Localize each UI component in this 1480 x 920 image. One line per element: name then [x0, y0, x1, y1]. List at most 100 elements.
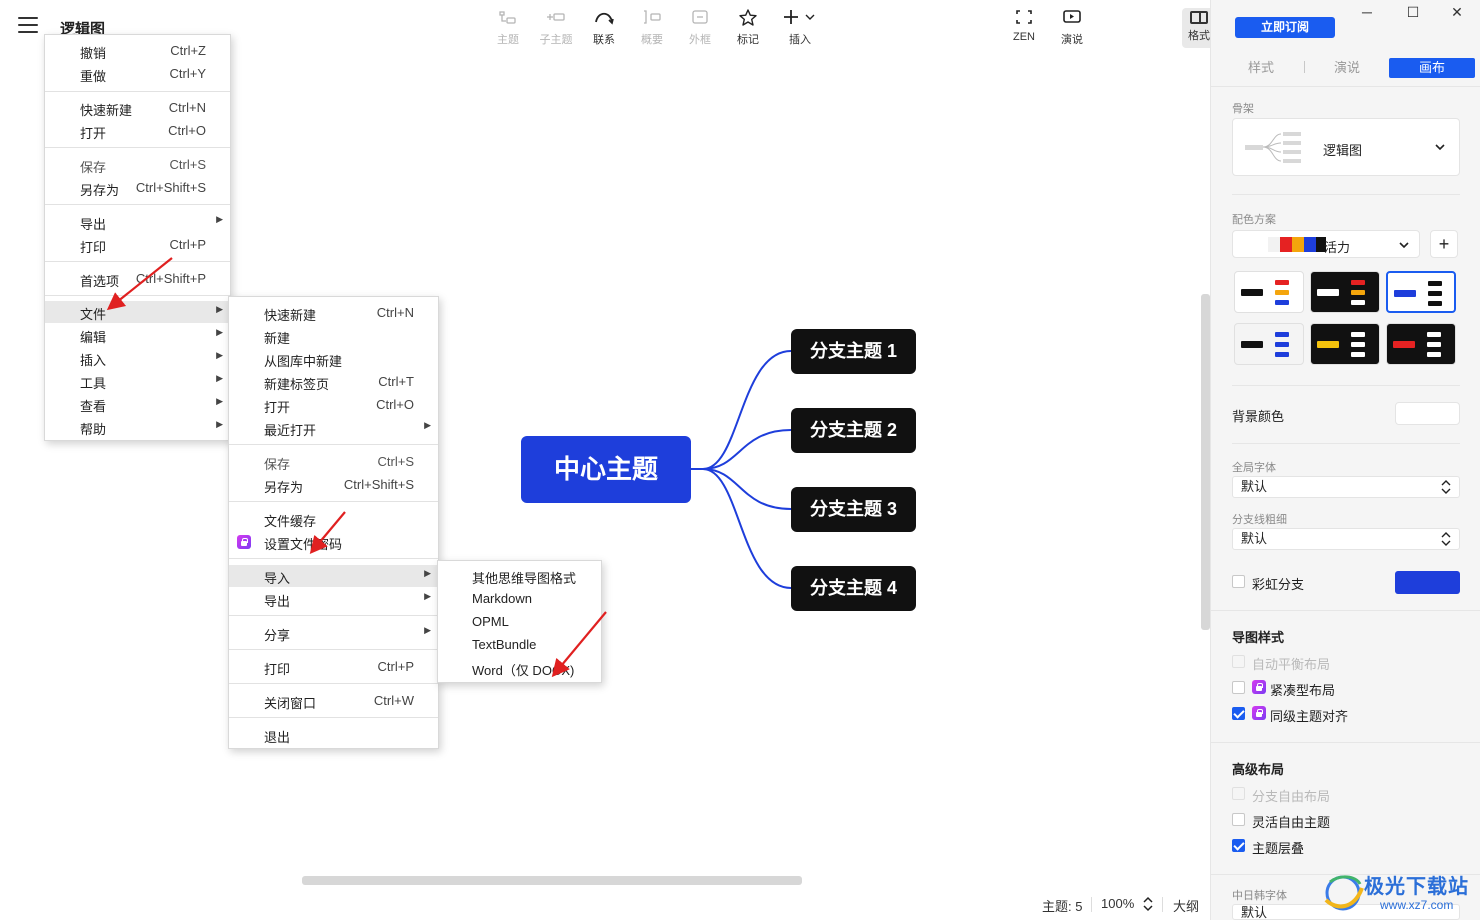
menu-item-quick-new[interactable]: 快速新建 Ctrl+N: [45, 97, 230, 119]
menu-item-open[interactable]: 打开 Ctrl+O: [45, 120, 230, 142]
file-menu-close-window[interactable]: 关闭窗口 Ctrl+W: [229, 690, 438, 712]
outline-button[interactable]: 大纲: [1173, 896, 1199, 915]
menu-item-label: 导出: [264, 594, 291, 609]
zoom-stepper-icon[interactable]: [1143, 896, 1153, 912]
menu-item-tools[interactable]: 工具 ▶: [45, 370, 230, 392]
menu-item-label: 导出: [80, 217, 107, 232]
zoom-level[interactable]: 100%: [1101, 896, 1134, 911]
menu-item-save[interactable]: 保存 Ctrl+S: [45, 154, 230, 176]
menu-item-save-as[interactable]: 另存为 Ctrl+Shift+S: [45, 177, 230, 199]
panel-divider: [1232, 385, 1460, 386]
menu-item-view[interactable]: 查看 ▶: [45, 393, 230, 415]
topic-overlap-checkbox[interactable]: [1232, 839, 1245, 852]
menu-item-label: 打开: [264, 400, 291, 415]
menu-item-shortcut: Ctrl+O: [376, 397, 414, 412]
menu-item-preferences[interactable]: 首选项 Ctrl+Shift+P: [45, 268, 230, 290]
file-menu-set-password[interactable]: 设置文件密码: [229, 531, 438, 553]
branch-topic-4[interactable]: 分支主题 4: [791, 566, 916, 611]
theme-thumbnail-1[interactable]: [1234, 271, 1304, 313]
file-menu-file-cache[interactable]: 文件缓存: [229, 508, 438, 530]
file-menu-new[interactable]: 新建: [229, 325, 438, 347]
menu-item-print[interactable]: 打印 Ctrl+P: [45, 234, 230, 256]
horizontal-scrollbar[interactable]: [4, 876, 1202, 885]
compact-layout-checkbox[interactable]: [1232, 681, 1245, 694]
import-other-mindmap-formats[interactable]: 其他思维导图格式: [438, 565, 601, 587]
theme-thumbnail-5[interactable]: [1310, 323, 1380, 365]
file-menu-export[interactable]: 导出 ▶: [229, 588, 438, 610]
swatch-blue: [1304, 237, 1316, 252]
main-menu: 撤销 Ctrl+Z 重做 Ctrl+Y 快速新建 Ctrl+N 打开 Ctrl+O 保存…: [44, 34, 231, 441]
menu-item-label: 其他思维导图格式: [472, 571, 577, 586]
menu-item-help[interactable]: 帮助 ▶: [45, 416, 230, 438]
import-opml[interactable]: OPML: [438, 611, 601, 633]
file-menu-open[interactable]: 打开 Ctrl+O: [229, 394, 438, 416]
branch-topic-1[interactable]: 分支主题 1: [791, 329, 916, 374]
menu-item-label: 另存为: [264, 480, 304, 495]
import-markdown[interactable]: Markdown: [438, 588, 601, 610]
rainbow-branch-checkbox[interactable]: [1232, 575, 1245, 588]
tab-style[interactable]: 样式: [1218, 58, 1304, 78]
menu-item-file[interactable]: 文件 ▶: [45, 301, 230, 323]
file-menu-save-as[interactable]: 另存为 Ctrl+Shift+S: [229, 474, 438, 496]
file-menu-recent[interactable]: 最近打开 ▶: [229, 417, 438, 439]
submenu-arrow-icon: ▶: [216, 304, 223, 314]
add-color-scheme-button[interactable]: +: [1430, 230, 1458, 258]
close-window-icon[interactable]: ✕: [1434, 4, 1480, 22]
menu-item-insert[interactable]: 插入 ▶: [45, 347, 230, 369]
theme-thumbnail-2[interactable]: [1310, 271, 1380, 313]
menu-item-export[interactable]: 导出 ▶: [45, 211, 230, 233]
menu-divider: [229, 717, 438, 718]
file-menu-share[interactable]: 分享 ▶: [229, 622, 438, 644]
menu-item-label: 快速新建: [80, 103, 133, 118]
skeleton-select[interactable]: 逻辑图: [1232, 118, 1460, 176]
theme-thumbnail-3-selected[interactable]: [1386, 271, 1456, 313]
minimize-window-icon[interactable]: ─: [1344, 4, 1390, 22]
file-menu-new-tab[interactable]: 新建标签页 Ctrl+T: [229, 371, 438, 393]
menu-item-label: 打开: [80, 126, 107, 141]
horizontal-scroll-thumb[interactable]: [302, 876, 802, 885]
global-font-select[interactable]: 默认: [1232, 476, 1460, 498]
flexible-floating-topic-checkbox[interactable]: [1232, 813, 1245, 826]
rainbow-color-picker[interactable]: [1395, 571, 1460, 594]
watermark-logo: 极光下载站 www.xz7.com: [1320, 866, 1480, 920]
tab-canvas[interactable]: 画布: [1389, 58, 1475, 78]
theme-thumbnail-4[interactable]: [1234, 323, 1304, 365]
branch-topic-2[interactable]: 分支主题 2: [791, 408, 916, 453]
import-textbundle[interactable]: TextBundle: [438, 634, 601, 656]
menu-item-label: 保存: [264, 457, 291, 472]
menu-item-shortcut: Ctrl+O: [168, 123, 206, 138]
submenu-arrow-icon: ▶: [216, 396, 223, 406]
submenu-arrow-icon: ▶: [216, 350, 223, 360]
auto-balance-checkbox[interactable]: [1232, 655, 1245, 668]
cjk-font-value: 默认: [1241, 905, 1268, 920]
branch-topic-3[interactable]: 分支主题 3: [791, 487, 916, 532]
free-branch-layout-label: 分支自由布局: [1252, 789, 1331, 804]
vertical-scrollbar[interactable]: [1201, 56, 1210, 872]
import-word-docx[interactable]: Word（仅 DOCX): [438, 657, 601, 679]
file-menu-quit[interactable]: 退出: [229, 724, 438, 746]
branch-width-select[interactable]: 默认: [1232, 528, 1460, 550]
subscribe-button[interactable]: 立即订阅: [1235, 17, 1335, 38]
menu-item-edit[interactable]: 编辑 ▶: [45, 324, 230, 346]
maximize-window-icon[interactable]: ☐: [1390, 4, 1436, 22]
central-topic[interactable]: 中心主题: [521, 436, 691, 503]
file-menu-save[interactable]: 保存 Ctrl+S: [229, 451, 438, 473]
align-siblings-checkbox[interactable]: [1232, 707, 1245, 720]
menu-item-undo[interactable]: 撤销 Ctrl+Z: [45, 40, 230, 62]
tab-presentation[interactable]: 演说: [1304, 58, 1390, 78]
theme-thumbnail-6[interactable]: [1386, 323, 1456, 365]
menu-item-label: 另存为: [80, 183, 120, 198]
menu-item-shortcut: Ctrl+Y: [169, 66, 206, 81]
file-menu-print[interactable]: 打印 Ctrl+P: [229, 656, 438, 678]
color-scheme-select[interactable]: 活力: [1232, 230, 1420, 258]
menu-item-redo[interactable]: 重做 Ctrl+Y: [45, 63, 230, 85]
vertical-scroll-thumb[interactable]: [1201, 294, 1210, 630]
global-font-value: 默认: [1241, 479, 1268, 494]
file-menu-new-from-gallery[interactable]: 从图库中新建: [229, 348, 438, 370]
file-menu-quick-new[interactable]: 快速新建 Ctrl+N: [229, 302, 438, 324]
watermark-url: www.xz7.com: [1380, 898, 1454, 912]
free-branch-layout-checkbox[interactable]: [1232, 787, 1245, 800]
file-menu-import[interactable]: 导入 ▶: [229, 565, 438, 587]
background-color-picker[interactable]: [1395, 402, 1460, 425]
submenu-arrow-icon: ▶: [216, 214, 223, 224]
